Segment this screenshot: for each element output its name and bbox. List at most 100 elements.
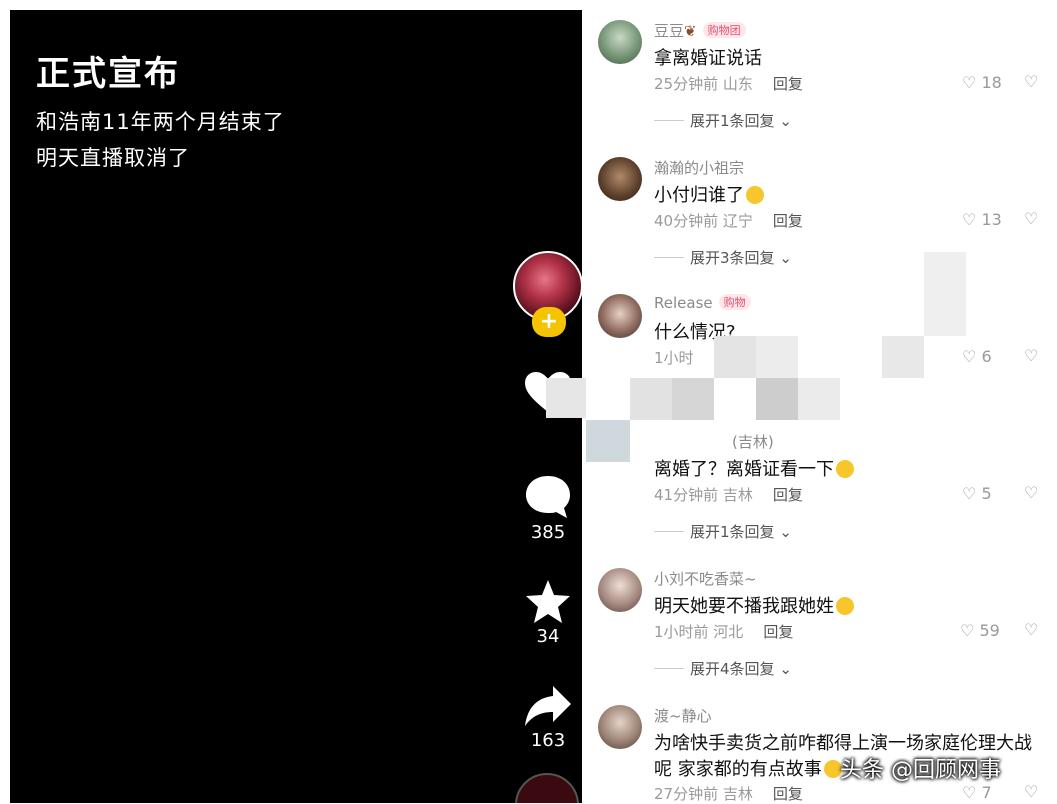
comment-text-content: 明天她要不播我跟她姓 (654, 596, 834, 617)
comment-time-location: 25分钟前 山东 (654, 75, 753, 93)
favorite-star-icon[interactable] (523, 578, 573, 626)
comment-text: 拿离婚证说话 (654, 48, 762, 69)
share-arrow-icon[interactable] (523, 684, 573, 728)
heart-outline-icon: ♡ (962, 484, 977, 503)
music-disc-avatar[interactable] (515, 773, 579, 803)
mosaic-block (924, 252, 966, 336)
mosaic-block (630, 378, 672, 420)
comment-username[interactable]: Release 购物 (654, 294, 751, 312)
heart-outline-icon: ♡ (962, 783, 977, 802)
chevron-down-icon: ⌄ (779, 660, 792, 678)
comment-username[interactable]: 渡~静心 (654, 705, 712, 726)
comment-text: 小付归谁了 (654, 181, 764, 207)
laughing-emoji-icon (746, 186, 764, 204)
group-badge: 购物 (718, 294, 751, 310)
comment-like[interactable]: ♡ 13 (962, 210, 1002, 229)
watermark-text: 头条 @回顾网事 (840, 758, 1001, 783)
dislike-broken-heart-icon[interactable]: ♡ (1024, 72, 1038, 91)
smile-emoji-icon (836, 460, 854, 478)
comment-text: 明天她要不播我跟她姓 (654, 592, 854, 618)
comment-username[interactable]: (吉林) (732, 431, 774, 452)
mosaic-block (714, 336, 756, 378)
divider-line (654, 120, 684, 121)
comment-like[interactable]: ♡ 5 (962, 484, 992, 503)
comment-like[interactable]: ♡ 59 (960, 621, 1000, 640)
mosaic-block (798, 378, 840, 420)
chevron-down-icon: ⌄ (779, 523, 792, 541)
comment-username[interactable]: 瀚瀚的小祖宗 (654, 157, 744, 178)
follow-plus-button[interactable]: + (532, 307, 566, 337)
mosaic-block (756, 378, 798, 420)
comment-like[interactable]: ♡ 7 (962, 783, 992, 802)
user-avatar[interactable] (598, 705, 642, 749)
user-avatar[interactable] (598, 568, 642, 612)
mosaic-block (882, 336, 924, 378)
video-caption-line-1: 和浩南11年两个月结束了 (36, 110, 285, 134)
dislike-broken-heart-icon[interactable]: ♡ (1024, 782, 1038, 801)
reply-button[interactable]: 回复 (773, 212, 803, 230)
like-count: 13 (981, 210, 1002, 229)
comment-time-location: 27分钟前 吉林 (654, 785, 753, 803)
comment-username[interactable]: 豆豆❦ 购物团 (654, 20, 746, 41)
heart-outline-icon: ♡ (962, 347, 977, 366)
mosaic-block (672, 378, 714, 420)
comment-meta: 1小时前 河北 回复 (654, 621, 793, 642)
heart-outline-icon: ♡ (962, 210, 977, 229)
comment-text-content: 小付归谁了 (654, 185, 744, 206)
dislike-broken-heart-icon[interactable]: ♡ (1024, 483, 1038, 502)
share-count: 163 (530, 730, 566, 751)
comment-time-location: 1小时 (654, 349, 694, 367)
like-count: 6 (981, 347, 992, 366)
user-avatar[interactable] (598, 157, 642, 201)
dislike-broken-heart-icon[interactable]: ♡ (1024, 620, 1038, 639)
comment-text: 离婚了？离婚证看一下 (654, 455, 854, 481)
favorite-count: 34 (536, 626, 560, 647)
expand-replies-button[interactable]: 展开3条回复 ⌄ (654, 247, 792, 268)
mosaic-block (586, 420, 630, 462)
like-count: 5 (981, 484, 992, 503)
reply-button[interactable]: 回复 (773, 75, 803, 93)
username-text: Release (654, 294, 713, 312)
user-avatar[interactable] (598, 294, 642, 338)
divider-line (654, 257, 684, 258)
expand-replies-button[interactable]: 展开4条回复 ⌄ (654, 658, 792, 679)
coffee-bean-icon: ❦ (684, 22, 697, 40)
dislike-broken-heart-icon[interactable]: ♡ (1024, 346, 1038, 365)
user-avatar[interactable] (598, 20, 642, 64)
comment-meta: 25分钟前 山东 回复 (654, 73, 803, 94)
comment-text-content: 呢 家家都的有点故事 (654, 759, 822, 780)
reply-button[interactable]: 回复 (763, 623, 793, 641)
comment-meta: 27分钟前 吉林 回复 (654, 783, 803, 804)
expand-replies-label: 展开1条回复 (690, 112, 775, 130)
expand-replies-button[interactable]: 展开1条回复 ⌄ (654, 110, 792, 131)
reply-button[interactable]: 回复 (773, 785, 803, 803)
mosaic-block (756, 336, 798, 378)
reply-button[interactable]: 回复 (773, 486, 803, 504)
comment-count: 385 (530, 522, 566, 543)
video-title: 正式宣布 (36, 54, 180, 94)
comment-text-content: 离婚了？离婚证看一下 (654, 459, 834, 480)
comment-like[interactable]: ♡ 6 (962, 347, 992, 366)
divider-line (654, 668, 684, 669)
expand-replies-button[interactable]: 展开1条回复 ⌄ (654, 521, 792, 542)
comment-meta: 40分钟前 辽宁 回复 (654, 210, 803, 231)
username-text: 豆豆 (654, 22, 685, 40)
comment-text-line-2: 呢 家家都的有点故事 (654, 755, 842, 781)
chevron-down-icon: ⌄ (779, 249, 792, 267)
comment-bubble-icon[interactable] (523, 472, 573, 520)
like-count: 18 (981, 73, 1002, 92)
comment-time-location: 40分钟前 辽宁 (654, 212, 753, 230)
divider-line (654, 531, 684, 532)
expand-replies-label: 展开3条回复 (690, 249, 775, 267)
mosaic-block (546, 378, 586, 418)
chevron-down-icon: ⌄ (779, 112, 792, 130)
video-panel[interactable]: 正式宣布 和浩南11年两个月结束了 明天直播取消了 + 385 34 163 (10, 10, 582, 803)
comment-username[interactable]: 小刘不吃香菜~ (654, 568, 757, 589)
comment-time-location: 41分钟前 吉林 (654, 486, 753, 504)
laughing-emoji-icon (836, 597, 854, 615)
like-count: 59 (979, 621, 1000, 640)
comment-meta: 41分钟前 吉林 回复 (654, 484, 803, 505)
comment-like[interactable]: ♡ 18 (962, 73, 1002, 92)
dislike-broken-heart-icon[interactable]: ♡ (1024, 209, 1038, 228)
heart-outline-icon: ♡ (960, 621, 975, 640)
